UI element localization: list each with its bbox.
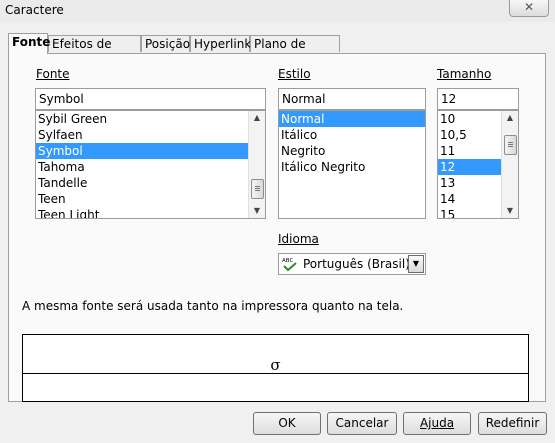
spellcheck-icon: ABC — [282, 256, 298, 272]
list-item[interactable]: Teen Light — [36, 207, 265, 218]
tab-efeitos-de-fonte[interactable]: Efeitos de fonte — [48, 35, 141, 68]
size-label: Tamanho — [437, 67, 492, 81]
font-info-text: A mesma fonte será usada tanto na impres… — [22, 299, 404, 313]
tab-hyperlink[interactable]: Hyperlink — [190, 35, 251, 52]
list-item-selected[interactable]: 12 — [438, 159, 501, 175]
cancel-button[interactable]: Cancelar — [327, 412, 397, 435]
scroll-up-icon[interactable]: ▲ — [249, 111, 265, 125]
chevron-down-icon: ▼ — [412, 259, 420, 268]
font-label: Fonte — [36, 67, 70, 81]
list-item[interactable]: Tahoma — [36, 159, 265, 175]
spellcheck-icon-text: ABC — [282, 258, 293, 264]
scroll-down-icon[interactable]: ▼ — [249, 204, 265, 218]
close-button[interactable]: ✕ — [509, 0, 549, 17]
list-item[interactable]: Negrito — [279, 143, 425, 159]
font-name-input[interactable]: Symbol — [35, 88, 266, 110]
size-list-scrollbar[interactable]: ▲ ▼ — [501, 111, 518, 218]
font-preview: σ — [22, 334, 529, 402]
list-item[interactable]: Sybil Green — [36, 111, 265, 127]
language-select[interactable]: ABC Português (Brasil) ▼ — [278, 253, 426, 275]
tab-plano-de-fundo[interactable]: Plano de fundo — [250, 35, 340, 68]
list-item[interactable]: Teen — [36, 191, 265, 207]
close-icon: ✕ — [523, 0, 535, 14]
size-list[interactable]: 10 10,5 11 12 13 14 15 ▲ ▼ — [437, 110, 519, 219]
help-button-label: Ajuda — [419, 416, 455, 430]
window-title: Caractere — [5, 3, 64, 17]
tab-posicao[interactable]: Posição — [141, 35, 190, 52]
style-label: Estilo — [278, 67, 311, 81]
scroll-down-icon[interactable]: ▼ — [502, 204, 518, 218]
list-item[interactable]: Sylfaen — [36, 127, 265, 143]
title-bar — [0, 0, 555, 22]
language-label: Idioma — [278, 232, 319, 246]
list-item-selected[interactable]: Normal — [279, 111, 425, 127]
font-list[interactable]: Sybil Green Sylfaen Symbol Tahoma Tandel… — [35, 110, 266, 219]
list-item-selected[interactable]: Symbol — [36, 143, 248, 159]
style-list[interactable]: Normal Itálico Negrito Itálico Negrito — [278, 110, 426, 219]
scroll-thumb[interactable] — [504, 135, 517, 155]
list-item[interactable]: Tandelle — [36, 175, 265, 191]
scroll-thumb[interactable] — [251, 179, 264, 199]
size-input[interactable]: 12 — [437, 88, 519, 110]
preview-text: σ — [270, 356, 281, 374]
list-item[interactable]: Itálico — [279, 127, 425, 143]
language-value: Português (Brasil) — [303, 257, 410, 271]
style-input[interactable]: Normal — [278, 88, 426, 110]
list-item[interactable]: Itálico Negrito — [279, 159, 425, 175]
tab-fonte[interactable]: Fonte — [8, 33, 50, 54]
scroll-up-icon[interactable]: ▲ — [502, 111, 518, 125]
font-list-scrollbar[interactable]: ▲ ▼ — [248, 111, 265, 218]
language-dropdown-button[interactable]: ▼ — [408, 255, 424, 273]
help-button[interactable]: Ajuda — [403, 412, 471, 435]
ok-button[interactable]: OK — [253, 412, 321, 435]
reset-button[interactable]: Redefinir — [478, 412, 547, 435]
